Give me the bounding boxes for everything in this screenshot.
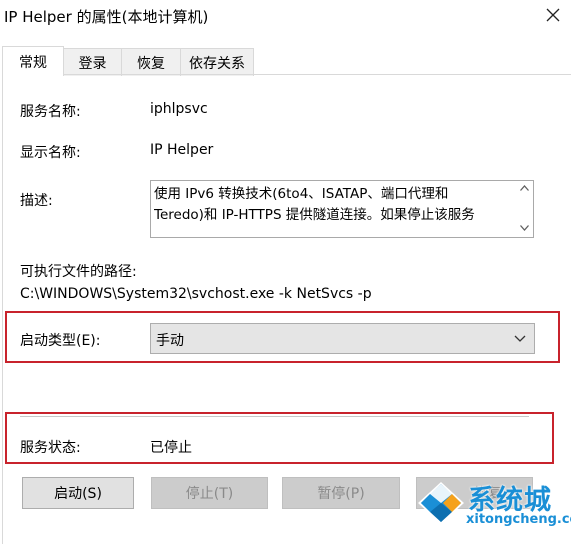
description-scrollbar[interactable] xyxy=(516,181,533,237)
description-box[interactable]: 使用 IPv6 转换技术(6to4、ISATAP、端口代理和 Teredo)和 … xyxy=(150,180,534,238)
startup-type-label: 启动类型(E): xyxy=(20,333,101,349)
startup-type-select[interactable]: 手动 xyxy=(150,323,535,354)
tab-general[interactable]: 常规 xyxy=(2,46,64,76)
path-value: C:\WINDOWS\System32\svchost.exe -k NetSv… xyxy=(20,286,372,302)
chevron-down-icon xyxy=(514,335,526,342)
close-button[interactable] xyxy=(541,3,565,27)
start-button[interactable]: 启动(S) xyxy=(22,477,134,509)
watermark-url: xitongcheng.com xyxy=(466,512,571,527)
description-line-2: Teredo)和 IP-HTTPS 提供隧道连接。如果停止该服务 xyxy=(154,207,475,223)
scroll-down-icon[interactable] xyxy=(520,225,529,231)
tab-logon[interactable]: 登录 xyxy=(63,48,122,76)
scroll-up-icon[interactable] xyxy=(520,185,529,191)
pause-button[interactable]: 暂停(P) xyxy=(282,477,400,509)
display-name-label: 显示名称: xyxy=(20,145,81,161)
stop-button[interactable]: 停止(T) xyxy=(151,477,268,509)
description-line-1: 使用 IPv6 转换技术(6to4、ISATAP、端口代理和 xyxy=(154,186,449,202)
close-icon xyxy=(546,8,560,22)
window-title: IP Helper 的属性(本地计算机) xyxy=(4,8,209,26)
startup-type-value: 手动 xyxy=(156,333,184,349)
tab-panel xyxy=(2,74,571,544)
status-highlight-box xyxy=(5,412,554,464)
diamond-logo-icon xyxy=(418,482,464,524)
service-name-label: 服务名称: xyxy=(20,104,81,120)
description-label: 描述: xyxy=(20,193,53,209)
watermark-logo: 系统城 xitongcheng.com xyxy=(416,478,571,534)
tab-recovery[interactable]: 恢复 xyxy=(121,48,181,76)
display-name-value: IP Helper xyxy=(150,142,214,158)
service-status-value: 已停止 xyxy=(150,440,192,456)
tab-dependencies[interactable]: 依存关系 xyxy=(180,48,254,76)
service-name-value: iphlpsvc xyxy=(150,101,208,117)
tab-strip: 常规 登录 恢复 依存关系 xyxy=(2,46,254,76)
service-status-label: 服务状态: xyxy=(20,440,81,456)
path-label: 可执行文件的路径: xyxy=(20,264,137,280)
description-text: 使用 IPv6 转换技术(6to4、ISATAP、端口代理和 Teredo)和 … xyxy=(154,184,510,234)
